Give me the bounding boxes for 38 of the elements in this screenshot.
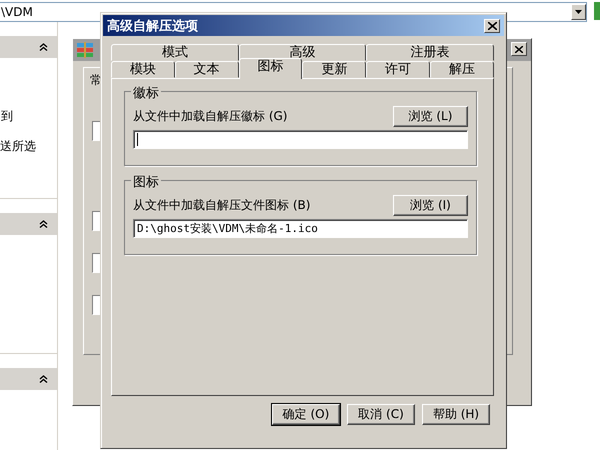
close-icon [488,22,496,30]
tab[interactable]: 常 [90,72,102,89]
tab[interactable]: 更新 [302,61,366,78]
address-text: \VDM [0,5,33,19]
group-title: 徽标 [131,84,161,102]
window-title: 高级自解压选项 [107,18,198,34]
task-link[interactable]: 送所选 [0,138,36,155]
collapse-icon [39,43,48,51]
tab[interactable]: 解压 [430,61,494,78]
dialog-button[interactable]: 帮助 (H) [422,404,490,425]
tab[interactable]: 图标 [238,58,302,79]
field-label: 从文件中加载自解压文件图标 (B) [133,197,310,214]
close-icon [515,46,523,53]
tab[interactable]: 文本 [174,61,239,78]
input-field[interactable] [133,130,468,149]
tab[interactable]: 许可 [366,61,430,78]
section-header[interactable] [0,36,57,58]
section-header[interactable] [0,368,57,390]
field-label: 从文件中加载自解压徽标 (G) [133,108,288,125]
section-header[interactable] [0,213,57,235]
browse-button[interactable]: 浏览 (L) [393,106,468,127]
caret-icon [575,10,582,14]
close-button[interactable] [484,18,500,32]
group-title: 图标 [131,173,161,191]
collapse-icon [39,375,48,383]
tab[interactable]: 注册表 [366,44,494,61]
collapse-icon [39,220,48,228]
close-button[interactable] [511,42,527,56]
input-value: D:\ghost安装\VDM\未命名-1.ico [137,221,318,236]
dropdown-button[interactable] [571,4,586,20]
dialog-button[interactable]: 确定 (O) [272,404,340,425]
archive-icon [76,42,94,58]
input-field[interactable]: D:\ghost安装\VDM\未命名-1.ico [133,219,468,238]
tab[interactable]: 模式 [111,44,239,61]
task-link[interactable]: 到 [1,108,13,125]
browse-button[interactable]: 浏览 (I) [393,195,468,216]
dialog-button[interactable]: 取消 (C) [347,404,415,425]
tab[interactable]: 模块 [111,61,175,78]
